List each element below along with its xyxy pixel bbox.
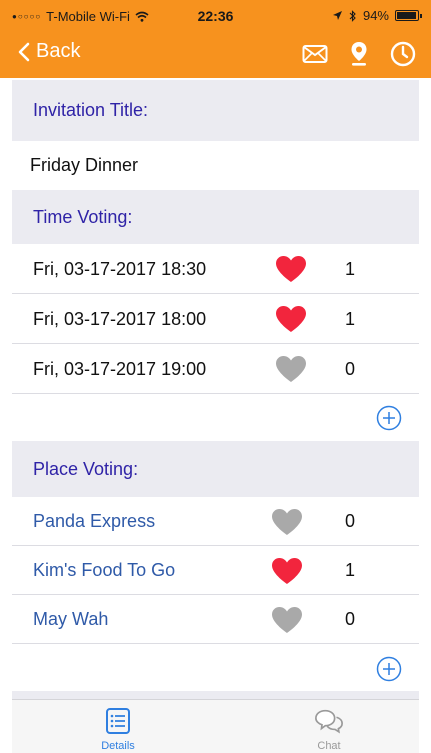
tab-label: Details [101,740,135,752]
heart-icon[interactable] [270,507,304,537]
vote-count: 1 [345,560,356,580]
time-option-row: Fri, 03-17-2017 19:00 0 [12,344,419,394]
heart-icon[interactable] [270,605,304,635]
vote-count: 1 [345,258,356,279]
status-bar: ●○○○○ T-Mobile Wi-Fi 22:36 94% [0,0,431,30]
time-option-label: Fri, 03-17-2017 18:30 [33,258,207,279]
vote-count: 1 [345,308,356,329]
mail-icon[interactable] [301,40,329,68]
bluetooth-icon [349,9,356,22]
tab-chat[interactable]: Chat [269,700,389,753]
section-title: Invitation Title: [33,100,149,120]
status-right: 94% [332,8,422,23]
vote-count: 0 [345,511,356,531]
invitation-title-header: Invitation Title: [12,80,419,141]
chevron-left-icon [18,42,30,61]
back-label: Back [36,40,81,62]
vote-count: 0 [345,358,356,379]
heart-icon[interactable] [274,254,308,284]
tab-label: Chat [317,740,341,752]
add-time-row [12,394,419,441]
add-place-row [12,644,419,691]
tab-details[interactable]: Details [58,700,178,753]
tab-bar: Details Chat [12,699,419,753]
heart-icon[interactable] [274,354,308,384]
time-option-label: Fri, 03-17-2017 19:00 [33,358,207,379]
invitation-title-value: Friday Dinner [30,155,139,175]
nav-actions [301,40,417,68]
back-button[interactable]: Back [18,40,80,63]
section-title: Place Voting: [33,458,139,479]
bottom-section-spacer [12,691,419,699]
add-place-button[interactable] [376,656,402,682]
list-icon [103,706,133,736]
place-option-link[interactable]: Panda Express [33,511,155,532]
battery-icon [395,10,422,21]
screen: ●○○○○ T-Mobile Wi-Fi 22:36 94% Back Invi… [0,0,431,753]
time-voting-header: Time Voting: [12,190,419,244]
clock-icon[interactable] [389,40,417,68]
battery-percent: 94% [362,8,389,23]
place-option-link[interactable]: Kim's Food To Go [33,560,175,581]
place-option-row: Panda Express 0 [12,497,419,546]
add-time-button[interactable] [376,405,402,431]
location-arrow-icon [332,11,342,20]
place-option-row: Kim's Food To Go 1 [12,546,419,595]
navigation-bar: ●○○○○ T-Mobile Wi-Fi 22:36 94% Back [0,0,431,78]
heart-icon[interactable] [270,556,304,586]
time-option-label: Fri, 03-17-2017 18:00 [33,308,207,329]
invitation-title-value-row: Friday Dinner [12,141,419,190]
time-option-row: Fri, 03-17-2017 18:00 1 [12,294,419,344]
time-option-row: Fri, 03-17-2017 18:30 1 [12,244,419,294]
place-option-row: May Wah 0 [12,595,419,644]
place-option-link[interactable]: May Wah [33,609,108,630]
vote-count: 0 [345,609,356,629]
heart-icon[interactable] [274,304,308,334]
location-pin-icon[interactable] [345,40,373,68]
section-title: Time Voting: [33,206,133,227]
nav-row: Back [0,30,431,78]
place-voting-header: Place Voting: [12,441,419,497]
chat-bubbles-icon [314,706,344,736]
